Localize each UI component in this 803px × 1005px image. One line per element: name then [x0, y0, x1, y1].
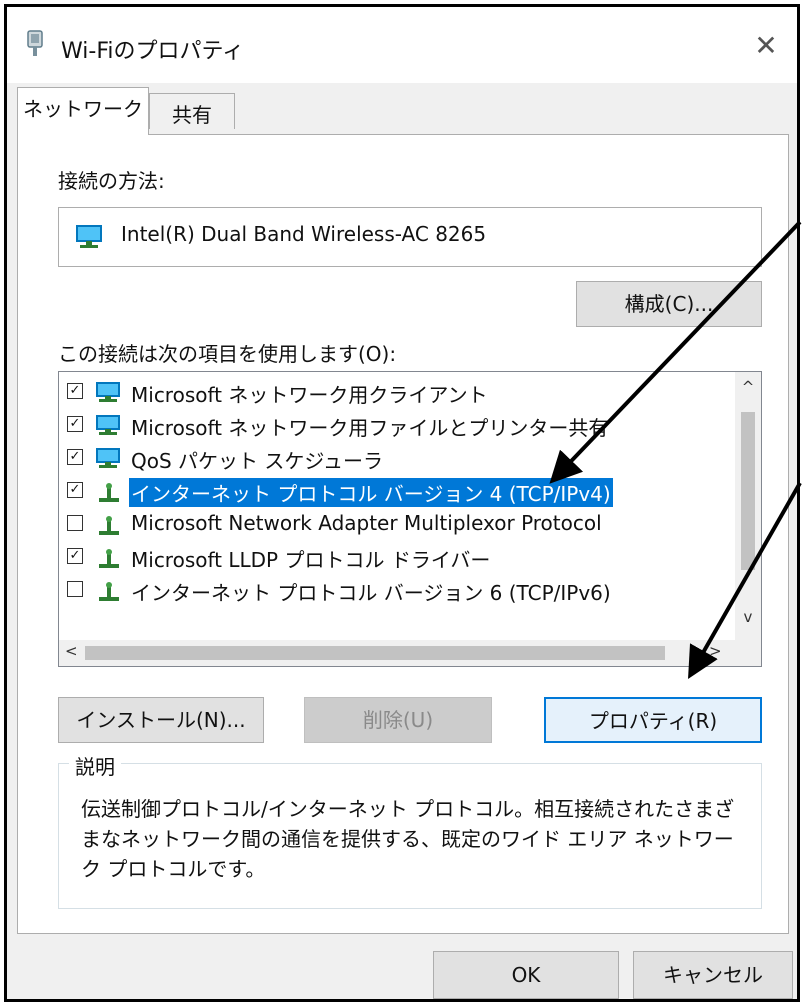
arrow-to-ipv4: [549, 220, 802, 484]
annotation-arrows: [549, 220, 802, 679]
tab-network[interactable]: ネットワーク: [17, 87, 149, 135]
arrow-to-properties-button: [688, 482, 802, 679]
